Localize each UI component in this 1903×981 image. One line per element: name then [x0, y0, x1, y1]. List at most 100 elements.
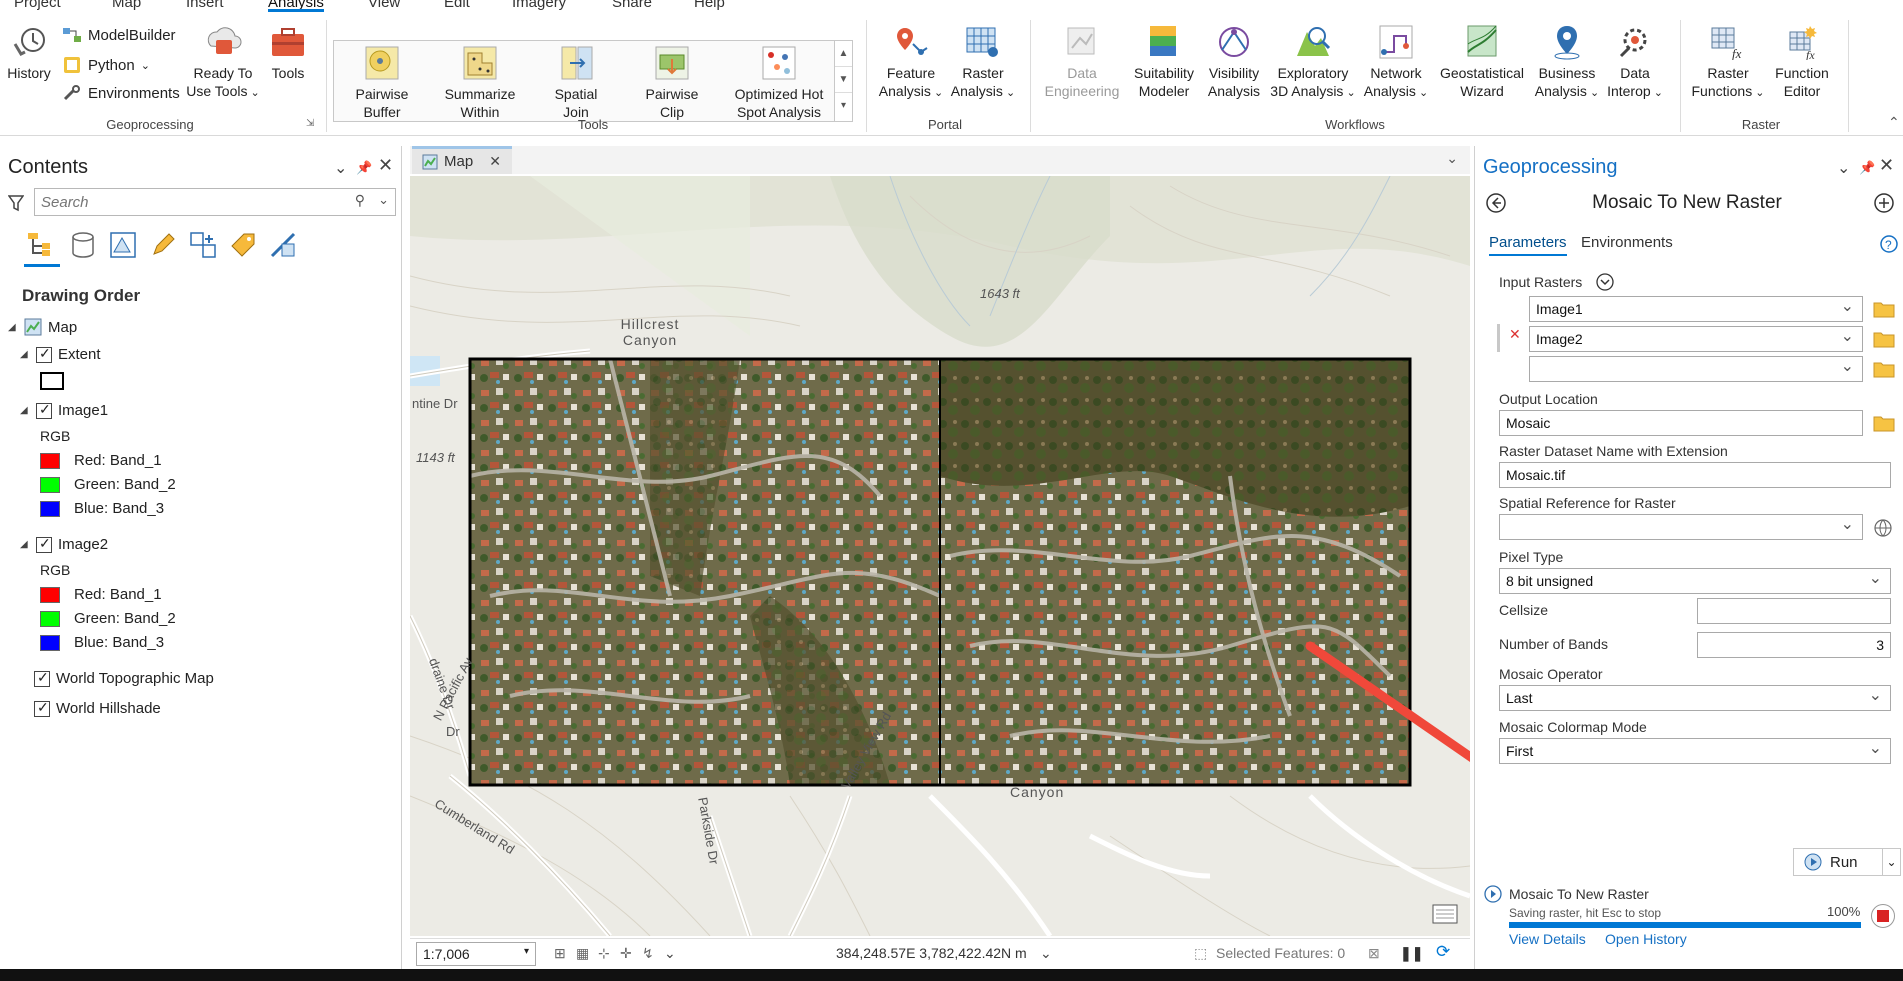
close-icon[interactable]: ✕ — [378, 155, 393, 176]
output-location-field[interactable]: Mosaic — [1499, 410, 1863, 436]
pixel-type-select[interactable]: 8 bit unsigned — [1499, 568, 1891, 594]
close-tab-icon[interactable]: ✕ — [489, 153, 501, 170]
list-by-editing-icon[interactable] — [148, 230, 178, 260]
image1-layer[interactable]: ◢ Image1 — [20, 401, 108, 420]
menu-imagery[interactable]: Imagery — [512, 0, 566, 11]
pairwise-clip-button[interactable]: Pairwise Clip — [630, 45, 714, 121]
history-button[interactable]: History — [4, 24, 54, 82]
menu-insert[interactable]: Insert — [186, 0, 224, 11]
table-icon[interactable]: ▦ — [576, 945, 589, 962]
red-swatch[interactable] — [40, 452, 60, 469]
filter-icon[interactable] — [8, 194, 24, 212]
view-details-link[interactable]: View Details — [1509, 931, 1586, 947]
pin-icon[interactable]: 📌 — [1859, 160, 1875, 176]
cellsize-field[interactable] — [1697, 598, 1891, 624]
layer-visibility-checkbox[interactable] — [34, 699, 50, 717]
folder-icon[interactable] — [1873, 330, 1895, 348]
data-engineering-button[interactable]: Data Engineering — [1042, 24, 1122, 100]
map-view[interactable]: 1643 ft 1143 ft Hillcrest Canyon Canyon n… — [410, 176, 1470, 936]
dataset-name-field[interactable]: Mosaic.tif — [1499, 462, 1891, 488]
gallery-down-icon[interactable]: ▼ — [835, 67, 852, 93]
remove-row-icon[interactable]: ✕ — [1509, 326, 1521, 343]
map-node[interactable]: ◢ Map — [8, 318, 77, 336]
suitability-modeler-button[interactable]: Suitability Modeler — [1124, 24, 1204, 100]
tab-list-icon[interactable]: ⌄ — [1446, 150, 1458, 167]
extent-symbol[interactable] — [40, 372, 64, 390]
constraint-icon[interactable]: ✛ — [620, 945, 632, 962]
collapse-triangle-icon[interactable]: ◢ — [20, 405, 30, 416]
close-icon[interactable]: ✕ — [1879, 155, 1894, 176]
back-icon[interactable] — [1485, 192, 1507, 214]
exploratory-3d-analysis-button[interactable]: Exploratory 3D Analysis ⌄ — [1268, 24, 1358, 102]
bands-field[interactable]: 3 — [1697, 632, 1891, 658]
menu-analysis[interactable]: Analysis — [268, 0, 324, 12]
input-raster-1[interactable]: Image1 — [1529, 296, 1863, 322]
colormap-mode-select[interactable]: First — [1499, 738, 1891, 764]
collapse-ribbon-icon[interactable]: ⌃ — [1888, 114, 1900, 131]
menu-map[interactable]: Map — [112, 0, 141, 11]
collapse-triangle-icon[interactable]: ◢ — [20, 349, 30, 360]
data-interop-button[interactable]: Data Interop ⌄ — [1602, 24, 1668, 102]
red-band-row[interactable]: Red: Band_1 — [40, 452, 162, 469]
geostatistical-wizard-button[interactable]: Geostatistical Wizard — [1432, 24, 1532, 100]
summarize-within-button[interactable]: Summarize Within — [438, 45, 522, 121]
list-by-perspective-imagery-icon[interactable] — [268, 230, 298, 260]
blue-band-row[interactable]: Blue: Band_3 — [40, 634, 164, 651]
raster-functions-button[interactable]: fx Raster Functions ⌄ — [1690, 24, 1766, 102]
image2-layer[interactable]: ◢ Image2 — [20, 535, 108, 554]
run-options-icon[interactable]: ⌄ — [1883, 848, 1901, 876]
tab-parameters[interactable]: Parameters — [1489, 234, 1567, 256]
rotate-icon[interactable]: ↯ — [642, 945, 654, 962]
spatial-join-button[interactable]: Spatial Join — [536, 45, 616, 121]
scale-selector[interactable]: 1:7,006 ▾ — [416, 942, 536, 966]
feature-analysis-button[interactable]: Feature Analysis ⌄ — [876, 24, 946, 102]
list-by-drawing-order-icon[interactable] — [26, 230, 56, 260]
business-analysis-button[interactable]: Business Analysis ⌄ — [1532, 24, 1602, 102]
globe-icon[interactable] — [1873, 518, 1893, 538]
visibility-analysis-button[interactable]: Visibility Analysis — [1196, 24, 1272, 100]
tab-environments[interactable]: Environments — [1581, 234, 1673, 251]
gallery-expand-icon[interactable]: ▾ — [835, 93, 852, 119]
blue-band-row[interactable]: Blue: Band_3 — [40, 500, 164, 517]
menu-share[interactable]: Share — [612, 0, 652, 11]
environments-button[interactable]: Environments — [62, 84, 180, 102]
red-swatch[interactable] — [40, 586, 60, 603]
pane-options-icon[interactable]: ⌄ — [334, 158, 347, 178]
blue-swatch[interactable] — [40, 634, 60, 651]
gallery-scroll[interactable]: ▲ ▼ ▾ — [834, 41, 852, 121]
open-history-link[interactable]: Open History — [1605, 931, 1687, 947]
tools-dropdown-icon[interactable]: ⌄ — [664, 945, 676, 962]
run-button[interactable]: Run — [1793, 848, 1883, 876]
folder-icon[interactable] — [1873, 414, 1895, 432]
search-icon[interactable]: ⚲ — [355, 192, 365, 209]
optimized-hot-spot-button[interactable]: Optimized Hot Spot Analysis — [724, 45, 834, 121]
layer-visibility-checkbox[interactable] — [36, 345, 52, 363]
grid-icon[interactable]: ⊞ — [554, 945, 566, 962]
spatial-reference-field[interactable] — [1499, 514, 1863, 540]
collapse-triangle-icon[interactable]: ◢ — [20, 539, 30, 550]
refresh-icon[interactable]: ⟳ — [1436, 942, 1450, 962]
add-icon[interactable] — [1873, 192, 1895, 214]
map-tab[interactable]: Map ✕ — [412, 146, 512, 174]
snapping-icon[interactable]: ⊹ — [598, 945, 610, 962]
red-band-row[interactable]: Red: Band_1 — [40, 586, 162, 603]
layer-visibility-checkbox[interactable] — [36, 401, 52, 419]
search-dropdown-icon[interactable]: ⌄ — [378, 192, 389, 208]
topo-layer[interactable]: World Topographic Map — [34, 669, 214, 687]
ready-to-use-tools-button[interactable]: Ready To Use Tools ⌄ — [186, 24, 260, 102]
green-band-row[interactable]: Green: Band_2 — [40, 476, 176, 493]
list-by-selection-icon[interactable] — [108, 230, 138, 260]
pairwise-buffer-button[interactable]: Pairwise Buffer — [340, 45, 424, 121]
green-swatch[interactable] — [40, 610, 60, 627]
menu-help[interactable]: Help — [694, 0, 725, 11]
map-overview-icon[interactable] — [1432, 904, 1458, 924]
help-icon[interactable]: ? — [1879, 234, 1899, 254]
dialog-launcher-icon[interactable]: ⇲ — [306, 118, 314, 129]
gallery-up-icon[interactable]: ▲ — [835, 41, 852, 67]
pin-icon[interactable]: 📌 — [356, 160, 372, 176]
layer-visibility-checkbox[interactable] — [36, 535, 52, 553]
pause-drawing-icon[interactable]: ❚❚ — [1400, 945, 1423, 962]
expand-chevron-icon[interactable] — [1595, 272, 1615, 292]
modelbuilder-button[interactable]: ModelBuilder — [62, 26, 176, 44]
clear-selection-icon[interactable]: ⊠ — [1368, 945, 1380, 962]
